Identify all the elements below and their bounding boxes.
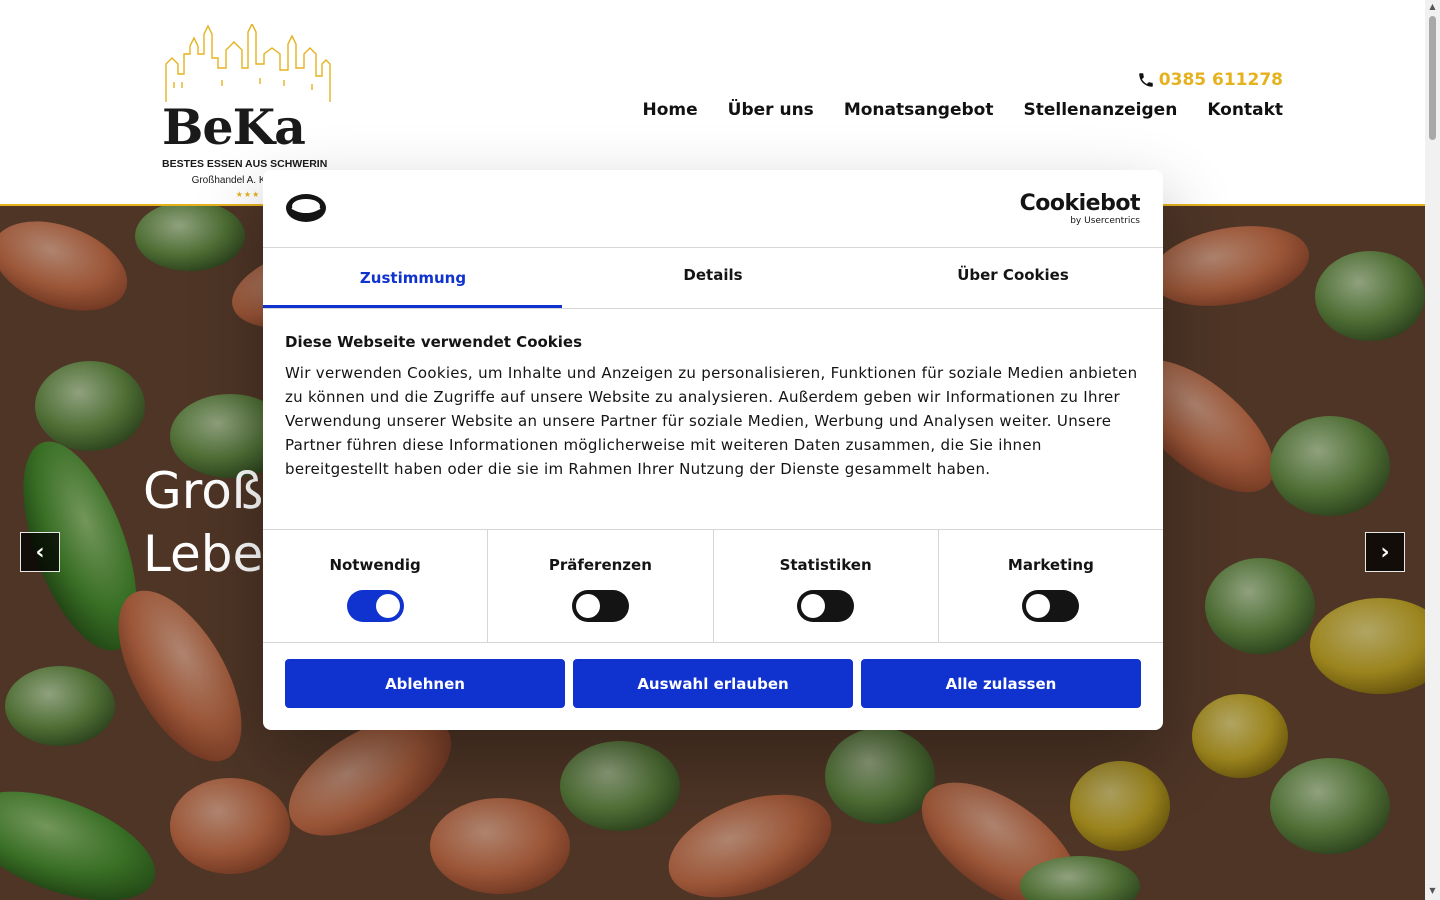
- chevron-left-icon: ‹: [35, 539, 45, 565]
- phone-link[interactable]: 0385 611278: [1137, 70, 1283, 90]
- nav-home[interactable]: Home: [643, 100, 698, 120]
- toggle-notwendig[interactable]: [346, 590, 404, 622]
- tab-zustimmung[interactable]: Zustimmung: [263, 248, 563, 308]
- logo-brand: BeKa: [162, 98, 306, 156]
- active-tab-indicator: [263, 305, 562, 308]
- nav-monatsangebot[interactable]: Monatsangebot: [844, 100, 994, 120]
- slider-next-button[interactable]: ›: [1365, 532, 1405, 572]
- toggle-praeferenzen[interactable]: [571, 590, 629, 622]
- skyline-logo-graphic: [165, 24, 331, 102]
- cookie-category-toggles: Notwendig Präferenzen Statistiken Market…: [263, 530, 1163, 643]
- toggle-label-statistiken: Statistiken: [779, 556, 872, 574]
- cookiebot-logo[interactable]: Cookiebot by Usercentrics: [1019, 191, 1141, 227]
- toggle-knob: [575, 594, 600, 618]
- logo-tagline: BESTES ESSEN AUS SCHWERIN: [162, 158, 328, 170]
- scroll-up-arrow-icon[interactable]: ▲: [1428, 2, 1437, 12]
- main-nav: Home Über uns Monatsangebot Stellenanzei…: [643, 100, 1283, 120]
- cookie-title: Diese Webseite verwendet Cookies: [285, 333, 583, 351]
- beka-logo[interactable]: BeKa BESTES ESSEN AUS SCHWERIN Großhande…: [160, 24, 336, 199]
- nav-ueber-uns[interactable]: Über uns: [728, 100, 814, 120]
- chevron-right-icon: ›: [1380, 539, 1390, 565]
- toggle-marketing[interactable]: [1022, 590, 1080, 622]
- nav-kontakt[interactable]: Kontakt: [1207, 100, 1283, 120]
- toggle-col-notwendig: Notwendig: [263, 530, 489, 642]
- decline-button[interactable]: Ablehnen: [285, 659, 565, 708]
- cookiebot-brand: Cookiebot: [1019, 191, 1141, 216]
- page-scrollbar[interactable]: ▲ ▼: [1425, 0, 1440, 900]
- toggle-label-notwendig: Notwendig: [329, 556, 421, 574]
- toggle-label-praeferenzen: Präferenzen: [548, 556, 652, 574]
- cookie-description: Diese Webseite verwendet Cookies Wir ver…: [263, 309, 1163, 530]
- cookie-dialog-header: Cookiebot by Usercentrics: [263, 170, 1163, 248]
- allow-selection-button[interactable]: Auswahl erlauben: [573, 659, 853, 708]
- cookie-text: Wir verwenden Cookies, um Inhalte und An…: [285, 364, 1138, 478]
- toggle-knob: [375, 594, 400, 618]
- phone-icon: [1139, 73, 1153, 87]
- toggle-col-praeferenzen: Präferenzen: [488, 530, 714, 642]
- scrollbar-thumb[interactable]: [1429, 16, 1436, 140]
- toggle-knob: [1026, 594, 1051, 618]
- cookie-shield-icon: [286, 194, 326, 222]
- tab-ueber-cookies[interactable]: Über Cookies: [863, 248, 1163, 308]
- toggle-label-marketing: Marketing: [1007, 556, 1094, 574]
- cookie-consent-dialog: Cookiebot by Usercentrics Zustimmung Det…: [263, 170, 1163, 730]
- toggle-col-statistiken: Statistiken: [714, 530, 939, 642]
- tab-details[interactable]: Details: [563, 248, 863, 308]
- cookiebot-brand-sub: by Usercentrics: [1070, 216, 1140, 226]
- toggle-knob: [801, 594, 826, 618]
- scroll-down-arrow-icon[interactable]: ▼: [1428, 886, 1437, 896]
- nav-stellenanzeigen[interactable]: Stellenanzeigen: [1023, 100, 1177, 120]
- cookie-tabs: Zustimmung Details Über Cookies: [263, 248, 1163, 309]
- allow-all-button[interactable]: Alle zulassen: [861, 659, 1141, 708]
- cookie-buttons: Ablehnen Auswahl erlauben Alle zulassen: [263, 643, 1163, 724]
- toggle-col-marketing: Marketing: [939, 530, 1163, 642]
- phone-number: 0385 611278: [1158, 70, 1283, 90]
- toggle-statistiken[interactable]: [797, 590, 855, 622]
- slider-prev-button[interactable]: ‹: [20, 532, 60, 572]
